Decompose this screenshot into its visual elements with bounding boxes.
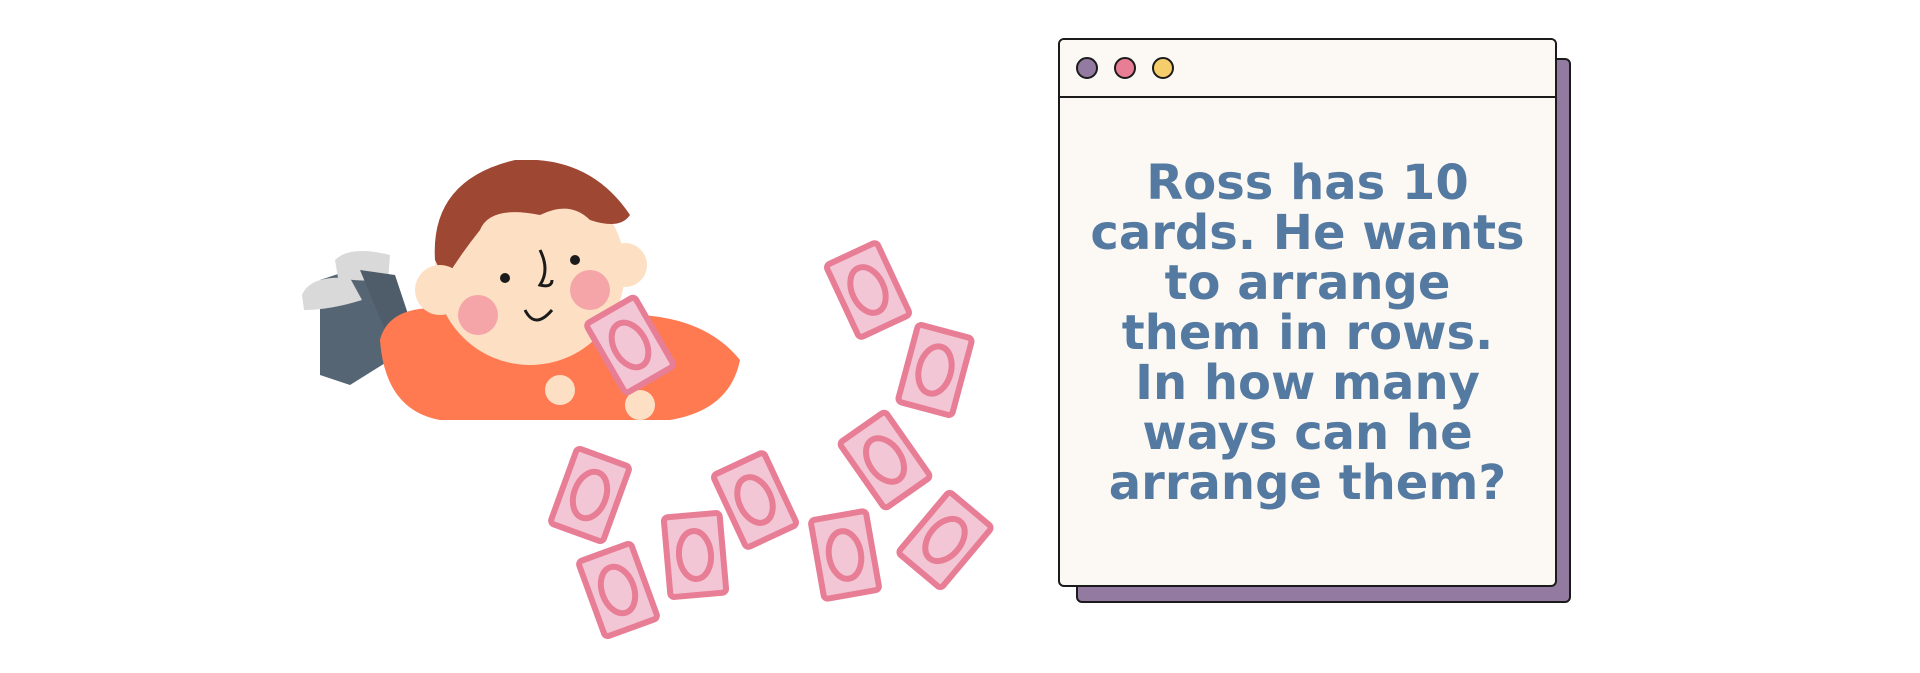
card [837,409,933,511]
card [660,510,730,600]
question-line: ways can he [1142,405,1473,461]
card [711,450,799,550]
question-text: Ross has 10 cards. He wants to arrange t… [1074,158,1541,508]
card [808,508,882,602]
question-line: to arrange [1164,255,1451,311]
question-line: Ross has 10 [1146,155,1469,211]
window-titlebar [1060,40,1555,98]
control-dot-purple[interactable] [1076,57,1098,79]
card [895,322,975,418]
question-window: Ross has 10 cards. He wants to arrange t… [1058,38,1557,587]
control-dot-pink[interactable] [1114,57,1136,79]
question-line: cards. He wants [1090,205,1525,261]
question-line: In how many [1135,355,1480,411]
card [824,240,912,340]
boy-with-cards-illustration [302,160,994,640]
scene: Ross has 10 cards. He wants to arrange t… [0,0,1920,673]
control-dot-yellow[interactable] [1152,57,1174,79]
card [548,445,632,545]
question-line: arrange them? [1108,455,1507,511]
question-line: them in rows. [1121,305,1494,361]
card [896,489,994,591]
card [576,540,660,640]
